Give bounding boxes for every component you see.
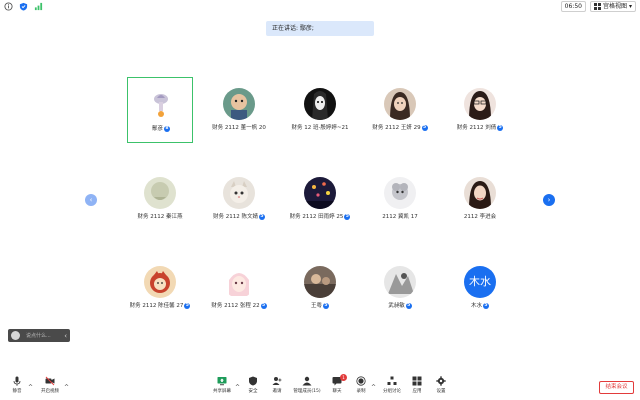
chevron-down-icon: ▾: [628, 2, 632, 10]
avatar: [145, 89, 177, 121]
avatar: [223, 88, 255, 120]
participant-tile[interactable]: 武昶敏 5: [367, 255, 433, 321]
participant-tile[interactable]: 财务 2112 刘倩 5: [447, 77, 513, 143]
participant-tile[interactable]: 财务 2112 田雨婷 25 5: [287, 166, 353, 232]
record-options-caret[interactable]: ^: [371, 384, 376, 391]
share-screen-icon: [217, 377, 227, 386]
status-badge: 5: [405, 302, 412, 309]
speaking-indicator: 正在讲话: 鄢彦;: [266, 21, 374, 36]
participant-tile[interactable]: 财务 2112 张程 22 5: [206, 255, 272, 321]
video-button[interactable]: 开启视频: [35, 376, 65, 394]
avatar: [304, 177, 336, 209]
security-icon: [249, 376, 257, 386]
collapse-chat-icon[interactable]: ‹: [64, 332, 67, 340]
invite-button[interactable]: 邀请: [262, 376, 292, 394]
status-badge: 5: [323, 302, 329, 309]
next-page-button[interactable]: ›: [543, 194, 555, 206]
meeting-timer: 06:50: [560, 1, 586, 12]
share-screen-button[interactable]: 共享屏幕: [207, 376, 237, 394]
avatar: [304, 266, 336, 298]
participant-tile[interactable]: 财务 2112 王妍 29 5: [367, 77, 433, 143]
participant-tile[interactable]: 财务 12 班-殷婷婷~21: [287, 77, 353, 143]
gear-icon: [436, 376, 446, 386]
end-meeting-button[interactable]: 结束会议: [599, 381, 634, 394]
status-badge: 5: [497, 124, 504, 131]
status-icons: [4, 2, 43, 11]
participant-label: 财务 2112 刘倩 5: [456, 124, 504, 131]
avatar: [384, 177, 416, 209]
chat-placeholder: 说点什么...: [26, 333, 51, 339]
participant-tile[interactable]: 2112 冀凯 17: [367, 166, 433, 232]
prev-page-button[interactable]: ‹: [85, 194, 97, 206]
people-icon: [302, 376, 312, 386]
video-options-caret[interactable]: ^: [64, 384, 69, 391]
chat-input[interactable]: 说点什么... ‹: [8, 329, 70, 342]
avatar: [384, 88, 416, 120]
info-icon[interactable]: [4, 2, 13, 11]
participant-label: 2112 李进会: [463, 214, 497, 220]
shield-icon[interactable]: [19, 2, 28, 11]
grid-view-icon: [593, 3, 601, 10]
settings-button[interactable]: 设置: [426, 376, 456, 394]
participant-tile[interactable]: 鄢彦 8: [127, 77, 193, 143]
status-badge: 8: [164, 125, 170, 132]
participant-tile[interactable]: 王粤 5: [287, 255, 353, 321]
participant-tile[interactable]: 木水 木水 5: [447, 255, 513, 321]
participant-tile[interactable]: 财务 2112 董一帆 20: [206, 77, 272, 143]
avatar: [223, 177, 255, 209]
avatar: [304, 88, 336, 120]
breakout-icon: [387, 376, 397, 385]
participants-button[interactable]: 管理成员(15): [292, 376, 322, 394]
meeting-toolbar: 静音 ^ 开启视频 ^ 共享屏幕 ^ 安全 邀请 管理成员(15) 1 聊天 录…: [0, 374, 640, 400]
avatar-initials: 木水: [469, 275, 491, 288]
avatar: [223, 266, 255, 298]
avatar: [384, 266, 416, 298]
avatar: [464, 177, 496, 209]
audio-options-caret[interactable]: ^: [28, 384, 33, 391]
participant-tile[interactable]: 财务 2112 秦江燕: [127, 166, 193, 232]
view-switch-button[interactable]: 宫格视图 ▾: [589, 1, 636, 12]
view-label: 宫格视图: [602, 2, 627, 10]
participant-label: 木水 5: [470, 302, 489, 309]
participant-tile[interactable]: 财务 2112 陈佳馨 27 5: [127, 255, 193, 321]
participant-tile[interactable]: 财务 2112 陈文婧 5: [206, 166, 272, 232]
microphone-icon: [13, 376, 21, 386]
avatar: 木水: [464, 266, 496, 298]
apps-icon: [412, 376, 422, 386]
status-badge: 5: [483, 302, 489, 309]
emoji-icon[interactable]: [11, 331, 20, 340]
video-off-icon: [45, 376, 55, 386]
avatar: [464, 88, 496, 120]
signal-icon[interactable]: [34, 2, 43, 11]
top-bar: 06:50 宫格视图 ▾: [0, 0, 640, 14]
avatar: [144, 266, 176, 298]
record-icon: [356, 376, 366, 386]
participant-tile[interactable]: 2112 李进会: [447, 166, 513, 232]
status-badge: 5: [260, 302, 267, 309]
add-person-icon: [272, 377, 282, 385]
status-badge: 5: [259, 213, 265, 220]
avatar: [144, 177, 176, 209]
